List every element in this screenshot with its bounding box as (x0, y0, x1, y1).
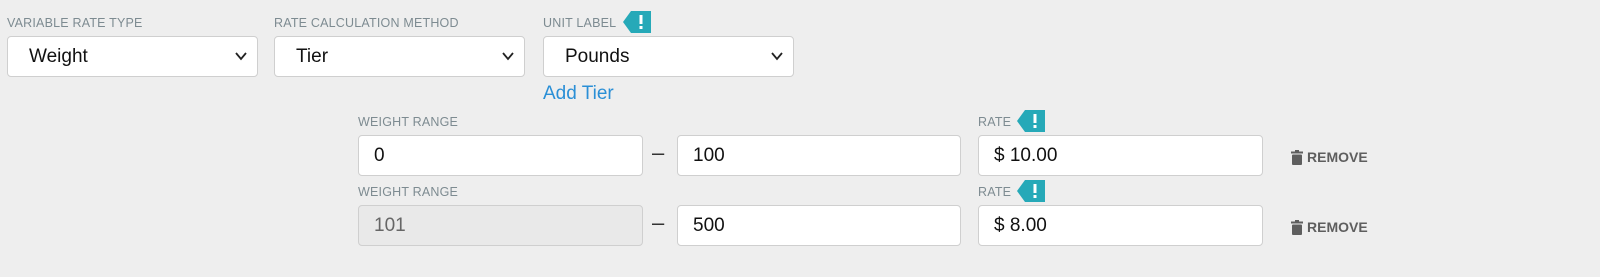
variable-rate-type-value: Weight (29, 46, 88, 67)
rate-calculation-method-label: Rate Calculation Method (274, 16, 459, 30)
unit-label-select[interactable]: Pounds (543, 36, 794, 77)
chevron-down-icon (771, 52, 783, 61)
rate-calculation-method-value: Tier (296, 46, 329, 67)
range-separator: – (652, 140, 665, 165)
rate-label: Rate (978, 115, 1012, 129)
remove-tier-button[interactable]: REMOVE (1291, 219, 1368, 235)
add-tier-link[interactable]: Add Tier (543, 83, 614, 105)
rate-input[interactable]: $ 10.00 (978, 135, 1263, 176)
rate-input[interactable]: $ 8.00 (978, 205, 1263, 246)
unit-label-label: Unit Label (543, 16, 617, 30)
unit-label-info-icon[interactable] (623, 11, 651, 33)
trash-icon (1291, 219, 1303, 235)
range-to-input[interactable]: 100 (677, 135, 961, 176)
rate-label: Rate (978, 185, 1012, 199)
chevron-down-icon (502, 52, 514, 61)
variable-rate-type-select[interactable]: Weight (7, 36, 258, 77)
remove-tier-button[interactable]: REMOVE (1291, 149, 1368, 165)
rate-info-icon[interactable] (1017, 110, 1045, 132)
rate-info-icon[interactable] (1017, 180, 1045, 202)
weight-range-label: Weight Range (358, 115, 459, 129)
remove-label: REMOVE (1307, 219, 1368, 235)
chevron-down-icon (235, 52, 247, 61)
variable-rate-type-label: Variable Rate Type (7, 16, 143, 30)
rate-calculation-method-select[interactable]: Tier (274, 36, 525, 77)
trash-icon (1291, 149, 1303, 165)
unit-label-value: Pounds (565, 46, 630, 67)
range-separator: – (652, 210, 665, 235)
range-from-input[interactable]: 0 (358, 135, 643, 176)
weight-range-label: Weight Range (358, 185, 459, 199)
range-from-input-disabled: 101 (358, 205, 643, 246)
remove-label: REMOVE (1307, 149, 1368, 165)
range-to-input[interactable]: 500 (677, 205, 961, 246)
